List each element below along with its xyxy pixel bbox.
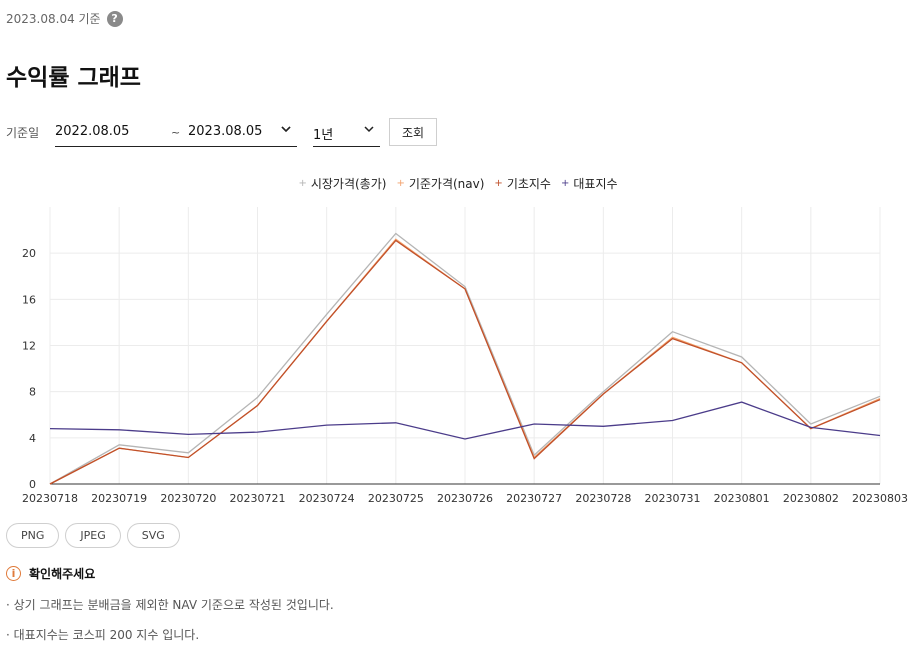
x-tick-label: 20230721 [230,492,286,505]
y-tick-label: 8 [29,386,36,399]
legend-marker-icon: + [298,178,307,189]
period-select[interactable]: 1년 [313,118,380,147]
end-date-value: 2023.08.05 [188,124,263,139]
y-tick-label: 0 [29,478,36,491]
x-tick-label: 20230726 [437,492,493,505]
period-value: 1년 [313,128,334,143]
x-tick-label: 20230802 [783,492,839,505]
export-buttons: PNG JPEG SVG [6,523,180,548]
chart-legend: + 시장가격(총가) + 기준가격(nav) + 기초지수 + 대표지수 [0,175,916,192]
x-tick-label: 20230728 [575,492,631,505]
legend-marker-icon: + [396,178,405,189]
notice-title: 확인해주세요 [29,567,96,581]
legend-label: 기초지수 [506,177,551,191]
x-tick-label: 20230725 [368,492,424,505]
notice-item: · 상기 그래프는 분배금을 제외한 NAV 기준으로 작성된 것입니다. [6,598,334,612]
basis-date-text: 2023.08.04 기준 [6,12,101,26]
export-svg-button[interactable]: SVG [126,523,180,548]
legend-item[interactable]: + 기초지수 [494,175,551,192]
date-filter: 기준일 2022.08.05 ~ 2023.08.05 1년 조회 [6,118,446,148]
search-button[interactable]: 조회 [389,118,437,146]
notice-header: i 확인해주세요 [6,565,95,582]
legend-label: 시장가격(총가) [310,177,387,191]
start-date-value: 2022.08.05 [55,124,130,139]
x-tick-label: 20230803 [852,492,908,505]
chevron-down-icon [281,126,291,133]
notice-item: · 대표지수는 코스피 200 지수 입니다. [6,628,200,642]
notice-text: 상기 그래프는 분배금을 제외한 NAV 기준으로 작성된 것입니다. [13,598,334,612]
page-title: 수익률 그래프 [6,65,141,91]
filter-label: 기준일 [6,126,40,140]
x-tick-label: 20230727 [506,492,562,505]
x-tick-label: 20230801 [714,492,770,505]
legend-item[interactable]: + 대표지수 [561,175,618,192]
legend-marker-icon: + [494,178,503,189]
y-tick-label: 4 [29,432,36,445]
x-tick-label: 20230719 [91,492,147,505]
x-tick-label: 20230718 [22,492,78,505]
notice-text: 대표지수는 코스피 200 지수 입니다. [13,628,200,642]
notice-list: · 상기 그래프는 분배금을 제외한 NAV 기준으로 작성된 것입니다. · … [6,596,334,656]
basis-date: 2023.08.04 기준 ? [6,10,123,27]
y-tick-label: 12 [22,340,36,353]
y-tick-label: 16 [22,293,36,306]
return-line-chart: 0 4 8 12 16 20 20230718 20230719 20230720 2023072… [22,207,908,505]
x-tick-label: 20230724 [299,492,355,505]
y-tick-label: 20 [22,247,36,260]
chevron-down-icon [364,126,374,133]
legend-marker-icon: + [560,178,570,189]
legend-item[interactable]: + 기준가격(nav) [396,175,484,192]
date-separator: ~ [171,126,181,139]
legend-item[interactable]: + 시장가격(총가) [298,175,386,192]
legend-label: 기준가격(nav) [408,177,485,191]
export-jpeg-button[interactable]: JPEG [65,523,121,548]
x-tick-label: 20230731 [645,492,701,505]
legend-label: 대표지수 [573,177,618,191]
help-icon[interactable]: ? [106,10,123,27]
end-date-select[interactable]: 2023.08.05 [188,118,297,146]
export-png-button[interactable]: PNG [6,523,60,548]
x-tick-label: 20230720 [160,492,216,505]
info-icon: i [6,566,21,581]
